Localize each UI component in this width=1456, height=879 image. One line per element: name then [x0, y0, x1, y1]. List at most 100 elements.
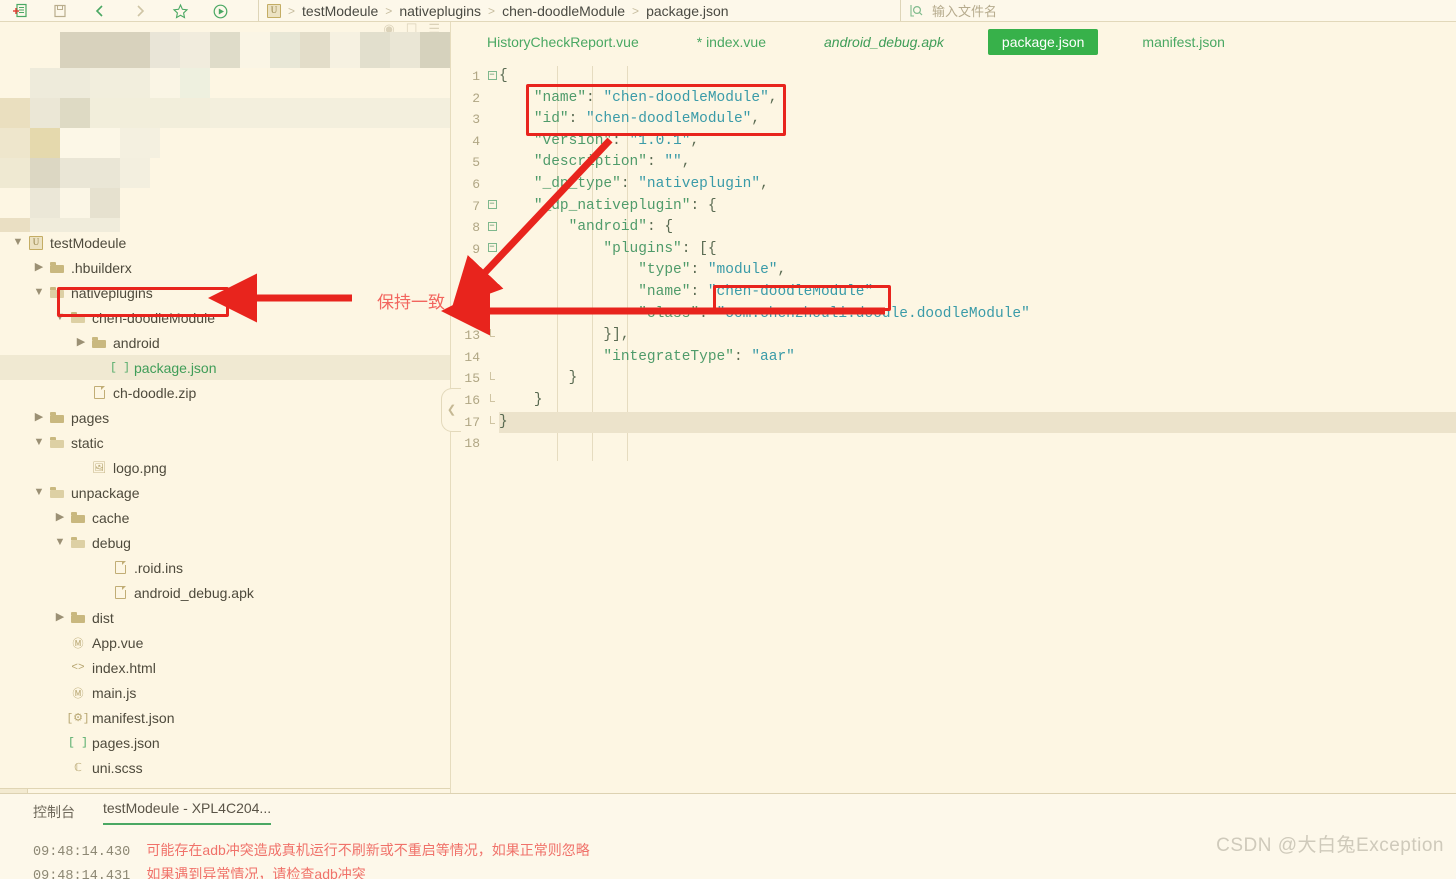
tree-item-app-vue[interactable]: Ⓜ App.vue	[0, 630, 450, 655]
tree-item--hbuilderx[interactable]: ▶ .hbuilderx	[0, 255, 450, 280]
chevron-right-icon[interactable]: ▶	[73, 337, 89, 348]
chevron-down-icon[interactable]: ▼	[31, 287, 47, 298]
line-number: 4	[472, 133, 480, 149]
save-icon[interactable]	[40, 1, 80, 21]
code-line[interactable]: "_dp_nativeplugin": {	[499, 196, 1456, 218]
tree-item-testmodeule[interactable]: ▼ UtestModeule	[0, 230, 450, 255]
editor-tab-historycheckreport-vue[interactable]: HistoryCheckReport.vue	[473, 29, 653, 55]
code-line[interactable]: "plugins": [{	[499, 239, 1456, 261]
tree-item-package-json[interactable]: [ ] package.json	[0, 355, 450, 380]
folder-icon	[92, 337, 106, 348]
fold-collapse-icon[interactable]: −	[485, 217, 499, 239]
code-lines[interactable]: { "name": "chen-doodleModule", "id": "ch…	[499, 66, 1456, 455]
code-view[interactable]: 1 2 3 4 5 6 7 8 9 10 11 12 13 14 15 16 17 18 − − − − { "name…	[441, 66, 1456, 793]
code-line[interactable]: "class": "com.chenzhouli.doodle.doodleMo…	[499, 304, 1456, 326]
tree-item-nativeplugins[interactable]: ▼ nativeplugins	[0, 280, 450, 305]
new-file-icon[interactable]	[0, 1, 40, 21]
tree-item-pages[interactable]: ▶ pages	[0, 405, 450, 430]
tree-item-chen-doodlemodule[interactable]: ▼ chen-doodleModule	[0, 305, 450, 330]
code-fold-gutter[interactable]: − − − −	[485, 66, 499, 455]
chevron-right-icon[interactable]: ▶	[31, 412, 47, 423]
tree-item-index-html[interactable]: <> index.html	[0, 655, 450, 680]
code-line[interactable]: }	[499, 368, 1456, 390]
fold-end-icon[interactable]	[485, 412, 499, 434]
json-file-icon: [ ]	[68, 736, 88, 749]
code-line[interactable]: "description": "",	[499, 152, 1456, 174]
tree-item-ch-doodle-zip[interactable]: ch-doodle.zip	[0, 380, 450, 405]
back-icon[interactable]	[80, 1, 120, 21]
tree-item-unpackage[interactable]: ▼ unpackage	[0, 480, 450, 505]
tree-item-debug[interactable]: ▼ debug	[0, 530, 450, 555]
chevron-down-icon[interactable]: ▼	[31, 437, 47, 448]
chevron-down-icon[interactable]: ▼	[52, 537, 68, 548]
editor-tab--index-vue[interactable]: * index.vue	[683, 29, 780, 55]
tree-item-pages-json[interactable]: [ ] pages.json	[0, 730, 450, 755]
code-line[interactable]: "version": "1.0.1",	[499, 131, 1456, 153]
fold-collapse-icon[interactable]: −	[485, 66, 499, 88]
breadcrumb-separator: >	[632, 3, 640, 18]
code-line[interactable]	[499, 433, 1456, 455]
breadcrumb[interactable]: U > testModeule > nativeplugins > chen-d…	[258, 0, 729, 21]
tree-item--roid-ins[interactable]: .roid.ins	[0, 555, 450, 580]
code-line[interactable]: "id": "chen-doodleModule",	[499, 109, 1456, 131]
tree-item-main-js[interactable]: Ⓜmain.js	[0, 680, 450, 705]
fold-end-icon[interactable]	[485, 325, 499, 347]
chevron-right-icon[interactable]: ▶	[31, 262, 47, 273]
redacted-mosaic-region	[0, 32, 450, 232]
editor-tab-manifest-json[interactable]: manifest.json	[1128, 29, 1238, 55]
tree-item-android[interactable]: ▶ android	[0, 330, 450, 355]
fold-end-icon[interactable]	[485, 368, 499, 390]
tree-item-uni-scss[interactable]: ℂuni.scss	[0, 755, 450, 780]
panel-collapse-handle[interactable]: ❮	[441, 388, 461, 432]
tree-item-static[interactable]: ▼ static	[0, 430, 450, 455]
editor-tab-android-debug-apk[interactable]: android_debug.apk	[810, 29, 958, 55]
chevron-right-icon[interactable]: ▶	[52, 612, 68, 623]
code-line[interactable]: "integrateType": "aar"	[499, 347, 1456, 369]
file-tree[interactable]: ▼ UtestModeule ▶ .hbuilderx ▼ nativeplugins ▼ c…	[0, 230, 450, 780]
code-line[interactable]: }	[499, 390, 1456, 412]
tree-item-label: index.html	[92, 659, 156, 676]
chevron-down-icon[interactable]: ▼	[10, 237, 26, 248]
code-line[interactable]: }],	[499, 325, 1456, 347]
fold-end-icon[interactable]	[485, 390, 499, 412]
console-tab-bar[interactable]: 控制台 testModeule - XPL4C204...	[0, 794, 1456, 830]
tree-item-cache[interactable]: ▶ cache	[0, 505, 450, 530]
folder-open-icon	[50, 487, 64, 498]
favorite-star-icon[interactable]	[160, 1, 200, 21]
code-line[interactable]: "_dp_type": "nativeplugin",	[499, 174, 1456, 196]
breadcrumb-item-1[interactable]: nativeplugins	[399, 3, 481, 19]
run-icon[interactable]	[200, 1, 240, 21]
code-line[interactable]: {	[499, 66, 1456, 88]
html-file-icon: <>	[71, 661, 85, 674]
code-line[interactable]: }	[499, 411, 1456, 434]
fold-collapse-icon[interactable]: −	[485, 239, 499, 261]
code-line[interactable]: "name": "chen-doodleModule"	[499, 282, 1456, 304]
chevron-down-icon[interactable]: ▼	[52, 312, 68, 323]
tree-item-android-debug-apk[interactable]: android_debug.apk	[0, 580, 450, 605]
console-session-tab[interactable]: testModeule - XPL4C204...	[103, 800, 272, 825]
folder-icon	[50, 412, 64, 423]
fold-collapse-icon[interactable]: −	[485, 196, 499, 218]
code-line[interactable]: "name": "chen-doodleModule",	[499, 88, 1456, 110]
file-search-box[interactable]: 输入文件名	[900, 0, 1456, 21]
tree-item-dist[interactable]: ▶ dist	[0, 605, 450, 630]
breadcrumb-item-0[interactable]: testModeule	[302, 3, 378, 19]
code-line[interactable]: "android": {	[499, 217, 1456, 239]
chevron-down-icon[interactable]: ▼	[31, 487, 47, 498]
tree-item-logo-png[interactable]: 🖼 logo.png	[0, 455, 450, 480]
line-number: 10	[464, 263, 480, 279]
breadcrumb-item-2[interactable]: chen-doodleModule	[502, 3, 625, 19]
code-line[interactable]: "type": "module",	[499, 260, 1456, 282]
tree-item-manifest-json[interactable]: [⚙] manifest.json	[0, 705, 450, 730]
folder-icon	[50, 262, 64, 273]
editor-tab-package-json[interactable]: package.json	[987, 29, 1099, 55]
folder-open-icon	[71, 537, 85, 548]
editor-tab-bar[interactable]: HistoryCheckReport.vue * index.vue android…	[451, 22, 1456, 62]
forward-icon[interactable]	[120, 1, 160, 21]
breadcrumb-separator: >	[385, 3, 393, 18]
chevron-right-icon[interactable]: ▶	[52, 512, 68, 523]
breadcrumb-item-3[interactable]: package.json	[646, 3, 729, 19]
tree-item-label: android_debug.apk	[134, 584, 254, 601]
watermark: CSDN @大白兔Exception	[1216, 835, 1444, 856]
